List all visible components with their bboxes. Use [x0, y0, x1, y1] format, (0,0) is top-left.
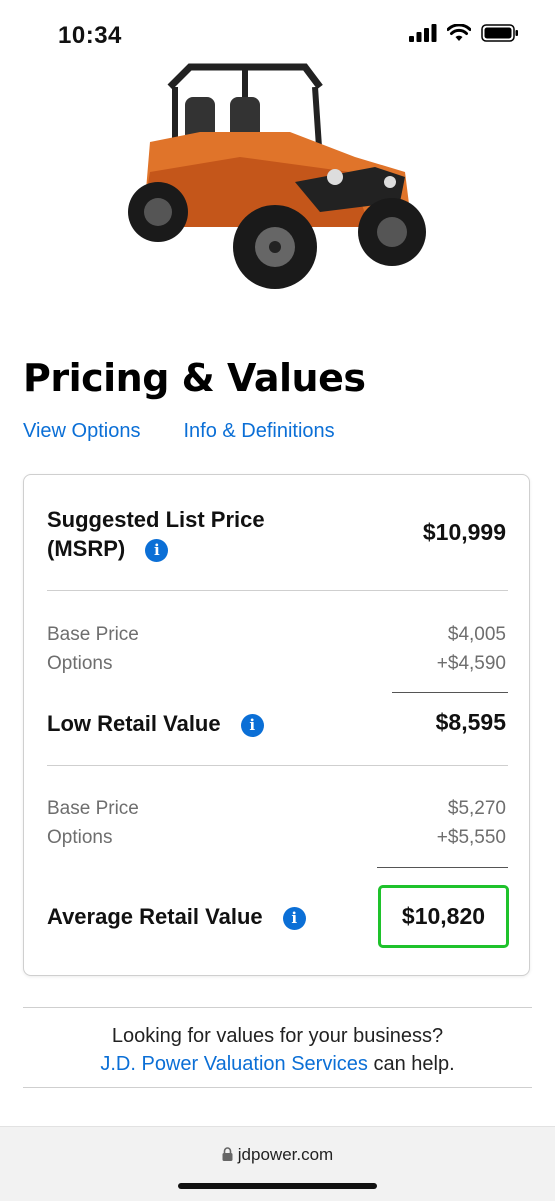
- lock-icon: [222, 1147, 233, 1161]
- low-options-label: Options: [47, 653, 113, 674]
- msrp-label-line2: (MSRP): [47, 536, 126, 561]
- valuation-promo: Looking for values for your business? J.…: [0, 1022, 555, 1078]
- page-title: Pricing & Values: [23, 356, 366, 400]
- msrp-value: $10,999: [422, 519, 506, 545]
- battery-icon: [481, 24, 518, 42]
- cellular-signal-icon: [409, 24, 437, 42]
- valuation-services-link[interactable]: J.D. Power Valuation Services: [100, 1053, 368, 1075]
- avg-options-value: +$5,550: [436, 827, 506, 848]
- divider: [23, 1087, 532, 1088]
- msrp-info-icon[interactable]: i: [145, 538, 169, 562]
- sum-line: [392, 692, 508, 693]
- avg-retail-info-icon[interactable]: i: [282, 906, 306, 930]
- url-text: jdpower.com: [237, 1145, 334, 1164]
- avg-retail-label: Average Retail Value: [47, 904, 263, 929]
- divider: [47, 765, 508, 766]
- sum-line: [377, 867, 508, 868]
- avg-base-price-label: Base Price: [47, 798, 139, 819]
- browser-address-bar[interactable]: jdpower.com: [0, 1126, 555, 1201]
- low-retail-label: Low Retail Value: [47, 711, 221, 736]
- low-retail-value: $8,595: [435, 709, 506, 735]
- msrp-label-line1: Suggested List Price: [47, 507, 265, 532]
- avg-retail-value-highlight: $10,820: [378, 885, 509, 948]
- utv-vehicle-image: [128, 63, 426, 289]
- low-base-price-label: Base Price: [47, 624, 139, 645]
- avg-base-price-value: $5,270: [447, 798, 506, 819]
- divider: [23, 1007, 532, 1008]
- low-retail-info-icon[interactable]: i: [240, 713, 264, 737]
- status-time: 10:34: [58, 22, 122, 49]
- avg-retail-label-row: Average Retail Value i: [47, 902, 306, 931]
- promo-line2-suffix: can help.: [367, 1053, 455, 1075]
- divider: [47, 590, 508, 591]
- avg-options-label: Options: [47, 827, 113, 848]
- wheel-front-left: [233, 205, 317, 289]
- info-definitions-link[interactable]: Info & Definitions: [183, 420, 334, 443]
- avg-retail-value: $10,820: [401, 903, 486, 929]
- wheel-rear: [128, 182, 188, 242]
- wheel-front-right: [358, 198, 426, 266]
- home-indicator[interactable]: [178, 1183, 377, 1189]
- url-display[interactable]: jdpower.com: [0, 1145, 555, 1165]
- promo-line2: J.D. Power Valuation Services can help.: [0, 1050, 555, 1078]
- msrp-label-line2-row: (MSRP) i: [47, 534, 265, 563]
- msrp-label: Suggested List Price (MSRP) i: [47, 505, 265, 563]
- low-base-price-value: $4,005: [447, 624, 506, 645]
- section-links: View Options Info & Definitions: [23, 420, 335, 443]
- low-retail-label-row: Low Retail Value i: [47, 709, 264, 738]
- view-options-link[interactable]: View Options: [23, 420, 140, 443]
- promo-line1: Looking for values for your business?: [111, 1025, 444, 1047]
- status-icons: [409, 24, 519, 42]
- pricing-card: Suggested List Price (MSRP) i $10,999 Ba…: [23, 474, 530, 976]
- low-options-value: +$4,590: [436, 653, 506, 674]
- wifi-icon: [447, 24, 471, 41]
- status-bar: 10:34: [0, 0, 555, 70]
